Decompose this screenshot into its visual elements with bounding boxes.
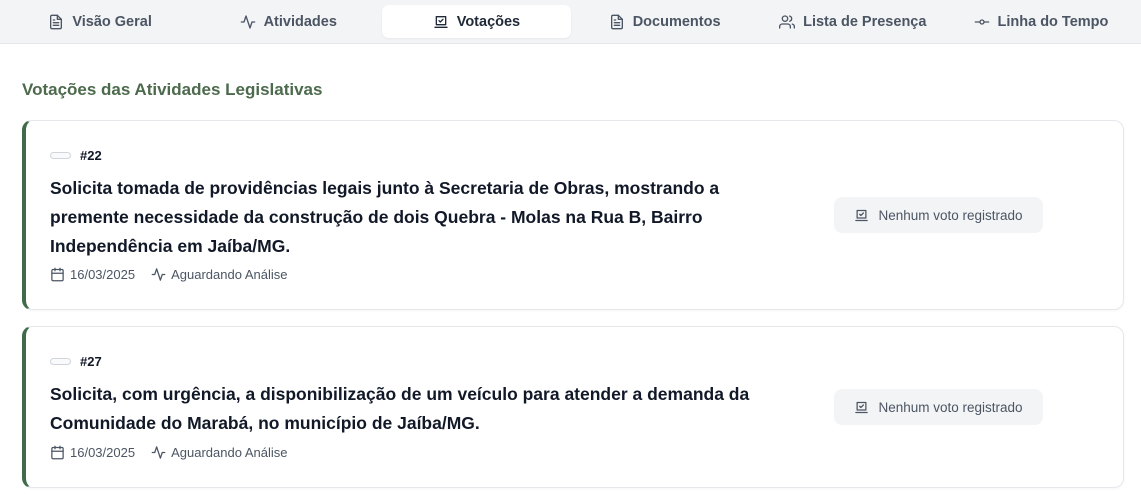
vote-icon (855, 209, 869, 221)
activity-icon (240, 14, 255, 29)
tab-documentos[interactable]: Documentos (571, 5, 759, 38)
tab-atividades[interactable]: Atividades (194, 5, 382, 38)
users-icon (779, 14, 796, 29)
tab-label: Votações (456, 13, 521, 30)
status-pill (50, 152, 71, 159)
tab-label: Visão Geral (72, 13, 152, 30)
vote-icon (434, 15, 448, 28)
tab-label: Documentos (632, 13, 721, 30)
voting-card[interactable]: #27 Solicita, com urgência, a disponibil… (22, 326, 1124, 488)
calendar-icon (51, 267, 64, 282)
card-header: #27 (50, 354, 102, 369)
tab-lista-de-presenca[interactable]: Lista de Presença (759, 5, 947, 38)
tab-votacoes[interactable]: Votações (382, 5, 571, 38)
status-meta: Aguardando Análise (151, 267, 287, 282)
calendar-icon (51, 445, 64, 460)
item-title: Solicita, com urgência, a disponibilizaç… (50, 384, 750, 433)
tab-bar: Visão Geral Atividades Votações Document… (0, 0, 1141, 44)
tab-label: Atividades (263, 13, 337, 30)
vote-status-text: Nenhum voto registrado (878, 207, 1023, 223)
item-meta: 16/03/2025 Aguardando Análise (50, 267, 287, 282)
vote-status-box: Nenhum voto registrado (834, 389, 1043, 425)
tab-linha-do-tempo[interactable]: Linha do Tempo (947, 5, 1135, 38)
item-date: 16/03/2025 (70, 267, 136, 282)
status-meta: Aguardando Análise (151, 445, 287, 460)
item-meta: 16/03/2025 Aguardando Análise (50, 445, 287, 460)
activity-icon (151, 446, 166, 459)
card-header: #22 (50, 148, 102, 163)
vote-status-text: Nenhum voto registrado (878, 399, 1023, 415)
tab-visao-geral[interactable]: Visão Geral (6, 5, 194, 38)
item-title: Solicita tomada de providências legais j… (50, 178, 720, 256)
date-meta: 16/03/2025 (50, 267, 135, 282)
status-pill (50, 358, 71, 365)
item-number: #22 (80, 148, 102, 163)
commit-icon (974, 18, 989, 25)
item-status: Aguardando Análise (171, 267, 288, 282)
tab-label: Lista de Presença (803, 13, 927, 30)
voting-card[interactable]: #22 Solicita tomada de providências lega… (22, 120, 1124, 310)
item-status: Aguardando Análise (171, 445, 288, 460)
section-title: Votações das Atividades Legislativas (22, 80, 323, 99)
date-meta: 16/03/2025 (50, 445, 135, 460)
vote-icon (855, 401, 869, 413)
activity-icon (151, 268, 166, 281)
tab-label: Linha do Tempo (997, 13, 1109, 30)
item-date: 16/03/2025 (70, 445, 136, 460)
item-number: #27 (80, 354, 102, 369)
document-icon (610, 14, 623, 29)
document-icon (50, 14, 63, 29)
vote-status-box: Nenhum voto registrado (834, 197, 1043, 233)
